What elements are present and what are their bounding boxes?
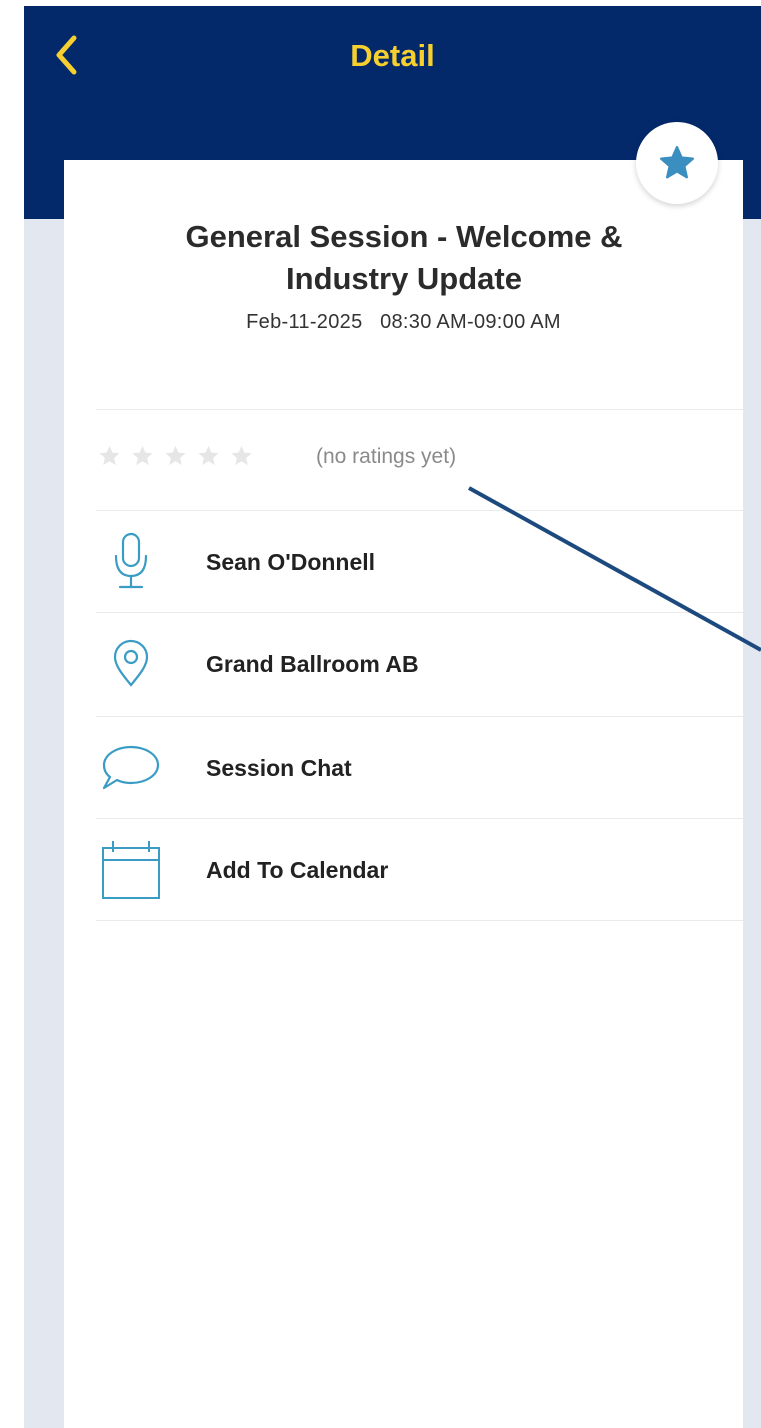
calendar-icon xyxy=(96,820,166,920)
divider xyxy=(96,716,743,717)
location-name: Grand Ballroom AB xyxy=(206,651,419,677)
session-card: General Session - Welcome & Industry Upd… xyxy=(64,160,743,1428)
speaker-item[interactable]: Sean O'Donnell xyxy=(96,512,743,612)
page-title: Detail xyxy=(350,38,435,73)
divider xyxy=(96,612,743,613)
microphone-icon xyxy=(96,512,166,612)
star-icon[interactable] xyxy=(96,444,123,468)
star-icon[interactable] xyxy=(129,444,156,468)
session-chat-item[interactable]: Session Chat xyxy=(96,718,743,818)
session-title: General Session - Welcome & Industry Upd… xyxy=(185,219,623,296)
divider xyxy=(96,409,743,410)
add-to-calendar-item[interactable]: Add To Calendar xyxy=(96,820,743,920)
session-chat-label: Session Chat xyxy=(206,755,352,781)
star-icon[interactable] xyxy=(162,444,189,468)
speaker-name: Sean O'Donnell xyxy=(206,549,376,575)
rating-status-text: (no ratings yet) xyxy=(316,445,457,468)
divider xyxy=(96,920,743,921)
location-pin-icon xyxy=(96,614,166,714)
chat-bubble-icon xyxy=(96,718,166,818)
star-icon[interactable] xyxy=(228,444,255,468)
session-time-range: 08:30 AM-09:00 AM xyxy=(380,311,561,333)
session-datetime: Feb-11-2025 08:30 AM-09:00 AM xyxy=(64,311,743,334)
app-screen: Detail General Session - Welcome & Indus… xyxy=(24,6,761,1428)
session-date: Feb-11-2025 xyxy=(246,311,363,333)
rating-row[interactable]: (no ratings yet) xyxy=(96,444,696,478)
add-to-calendar-label: Add To Calendar xyxy=(206,857,389,883)
star-icon[interactable] xyxy=(195,444,222,468)
star-icon xyxy=(659,145,695,179)
divider xyxy=(96,510,743,511)
favorite-button[interactable] xyxy=(636,122,718,204)
divider xyxy=(96,818,743,819)
rating-stars[interactable] xyxy=(96,444,261,468)
location-item[interactable]: Grand Ballroom AB xyxy=(96,614,743,714)
